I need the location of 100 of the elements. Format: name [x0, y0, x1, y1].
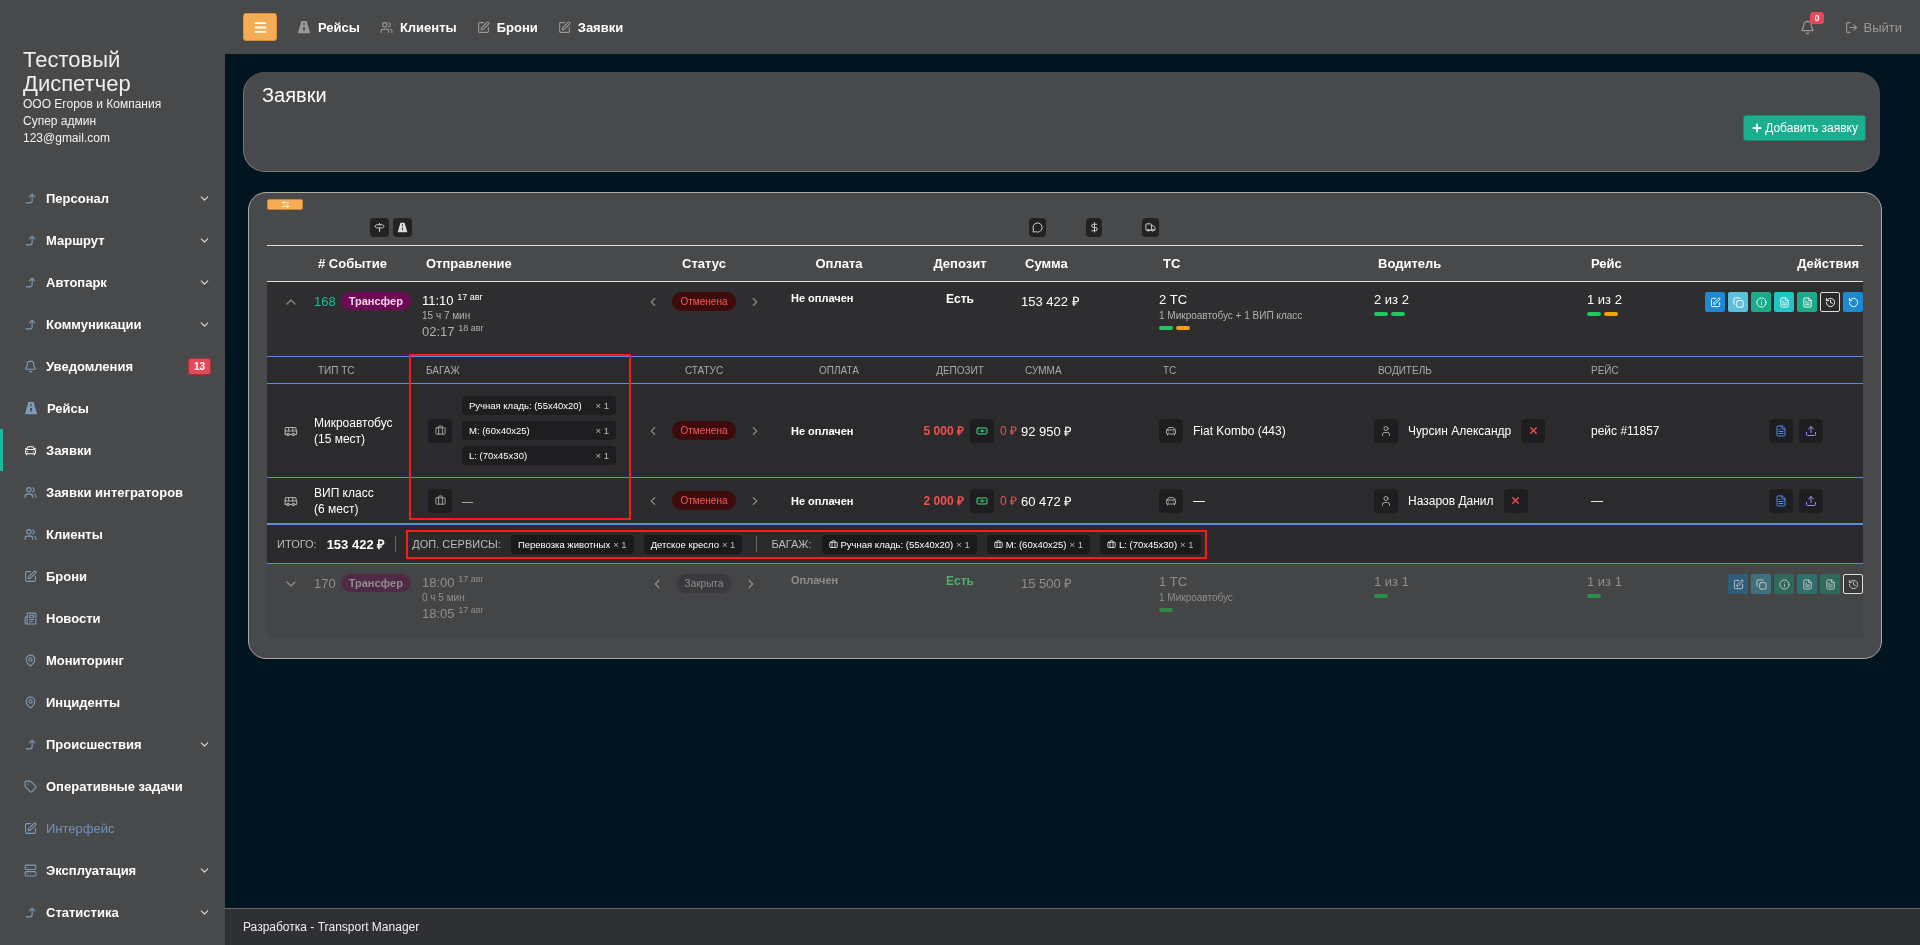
sidebar-item[interactable]: Происшествия — [0, 723, 225, 765]
payment-status: Не оплачен — [790, 424, 855, 437]
bell-icon — [1799, 19, 1815, 35]
trip-name: рейс #11857 — [1590, 423, 1661, 438]
users-icon — [24, 485, 37, 499]
subtable-header: СУММА — [1024, 364, 1063, 376]
edit-icon — [1732, 578, 1744, 590]
sidebar-item[interactable]: Рейсы — [0, 387, 225, 429]
plus-icon — [1751, 122, 1764, 134]
departure-time: 18:00 $^{17 авг}$ — [422, 574, 485, 591]
sidebar-item[interactable]: Статистика — [0, 891, 225, 933]
sidebar-item[interactable]: Автопарк — [0, 261, 225, 303]
arrow-up-icon — [24, 317, 37, 331]
car-button[interactable] — [1159, 418, 1183, 443]
comment-button[interactable] — [1029, 218, 1046, 237]
signpost-button[interactable] — [370, 218, 389, 237]
luggage-button[interactable] — [428, 488, 452, 513]
subtable-header: ДЕПОЗИТ — [935, 364, 985, 376]
driver-name: Назаров Данил — [1407, 493, 1495, 508]
pdf-button[interactable] — [1769, 418, 1793, 443]
action-button[interactable] — [1820, 292, 1840, 312]
sidebar-item[interactable]: Эксплуатация — [0, 849, 225, 891]
sidebar-item[interactable]: Заявки интеграторов — [0, 471, 225, 513]
subtable-header: БАГАЖ — [425, 364, 461, 376]
company-name: ООО Егоров и Компания — [23, 96, 163, 113]
user-email: 123@gmail.com — [23, 130, 111, 147]
service-tag: Перевозка животных × 1 — [510, 534, 634, 554]
upload-button[interactable] — [1799, 488, 1823, 513]
sidebar-item[interactable]: Уведомления 13 — [0, 345, 225, 387]
car-icon — [24, 443, 37, 457]
upload-icon — [1805, 494, 1817, 507]
menu-icon — [252, 19, 268, 35]
pin-icon — [24, 695, 37, 709]
baggage-tag: Ручная кладь: (55x40x20) × 1 — [462, 396, 616, 415]
baggage-label: БАГАЖ: — [771, 538, 812, 550]
banknote-button[interactable] — [970, 418, 994, 443]
user-button[interactable] — [1374, 488, 1398, 513]
user-icon — [1380, 424, 1392, 437]
banknote-icon — [976, 494, 988, 507]
column-header: Депозит — [932, 256, 988, 271]
truck-button[interactable] — [1142, 218, 1159, 237]
payment-status: Оплачен — [790, 574, 840, 586]
deposit-paid: 0 ₽ — [1000, 423, 1017, 439]
remove-button[interactable] — [1521, 418, 1546, 443]
sidebar-item[interactable]: Маршрут — [0, 219, 225, 261]
baggage-tag: M: (60x40x25) × 1 — [986, 534, 1090, 554]
road-button[interactable] — [393, 218, 412, 237]
action-button[interactable] — [1843, 574, 1863, 594]
nav-link[interactable]: Заявки — [557, 19, 624, 35]
user-button[interactable] — [1374, 418, 1398, 443]
arrival-time: 02:17 $^{18 авг}$ — [422, 323, 485, 340]
sidebar-item[interactable]: Инциденты — [0, 681, 225, 723]
menu-button[interactable] — [243, 13, 277, 41]
vehicle-detail: 1 Микроавтобус — [1159, 592, 1234, 603]
arrow-up-icon — [24, 905, 37, 919]
column-header: Оплата — [814, 256, 864, 271]
vehicle-type: ВИП класс (6 мест) — [314, 484, 375, 517]
sidebar-item[interactable]: Клиенты — [0, 513, 225, 555]
road-icon — [397, 222, 408, 233]
info-icon — [1755, 296, 1767, 308]
sidebar-item[interactable]: Оперативные задачи — [0, 765, 225, 807]
document-icon — [1824, 578, 1836, 590]
briefcase-icon — [434, 495, 446, 506]
sidebar-item[interactable]: Коммуникации — [0, 303, 225, 345]
edit-icon — [1709, 296, 1721, 308]
nav-link[interactable]: Клиенты — [379, 19, 457, 35]
order-type: Трансфер — [340, 574, 411, 592]
column-header: Сумма — [1024, 256, 1069, 271]
services-label: ДОП. СЕРВИСЫ: — [412, 538, 501, 550]
bell-icon — [24, 359, 37, 373]
sidebar-item[interactable]: Новости — [0, 597, 225, 639]
nav-link[interactable]: Рейсы — [297, 19, 360, 35]
notifications-button[interactable] — [1799, 19, 1815, 35]
luggage-button[interactable] — [428, 418, 452, 443]
expand-width-button[interactable] — [267, 199, 303, 210]
driver-name: Чурсин Александр — [1407, 423, 1513, 438]
sidebar-item[interactable]: Заявки — [0, 429, 225, 471]
undo-icon — [1847, 296, 1859, 308]
banknote-icon — [976, 424, 988, 437]
column-header: Действия — [1796, 256, 1860, 271]
upload-button[interactable] — [1799, 418, 1823, 443]
status-pill: Отменена — [671, 421, 737, 440]
nav-link[interactable]: Брони — [476, 19, 538, 35]
sidebar-item[interactable]: Брони — [0, 555, 225, 597]
sidebar-item[interactable]: Мониторинг — [0, 639, 225, 681]
edit-icon — [24, 821, 37, 835]
arrows-icon — [280, 200, 290, 209]
total-value: 153 422 ₽ — [326, 536, 386, 553]
order-id: 168 — [314, 293, 336, 309]
car-button[interactable] — [1159, 488, 1183, 513]
remove-button[interactable] — [1503, 488, 1528, 513]
total-label: ИТОГО: — [277, 538, 317, 550]
deposit-amount: 5 000 ₽ — [923, 423, 964, 439]
pdf-button[interactable] — [1769, 488, 1793, 513]
banknote-button[interactable] — [970, 488, 994, 513]
sidebar-item[interactable]: Персонал — [0, 177, 225, 219]
document-icon — [1801, 578, 1813, 590]
notification-count: 0 — [1810, 11, 1824, 24]
driver-count: 2 из 2 — [1374, 292, 1410, 307]
dollar-button[interactable] — [1085, 218, 1103, 237]
